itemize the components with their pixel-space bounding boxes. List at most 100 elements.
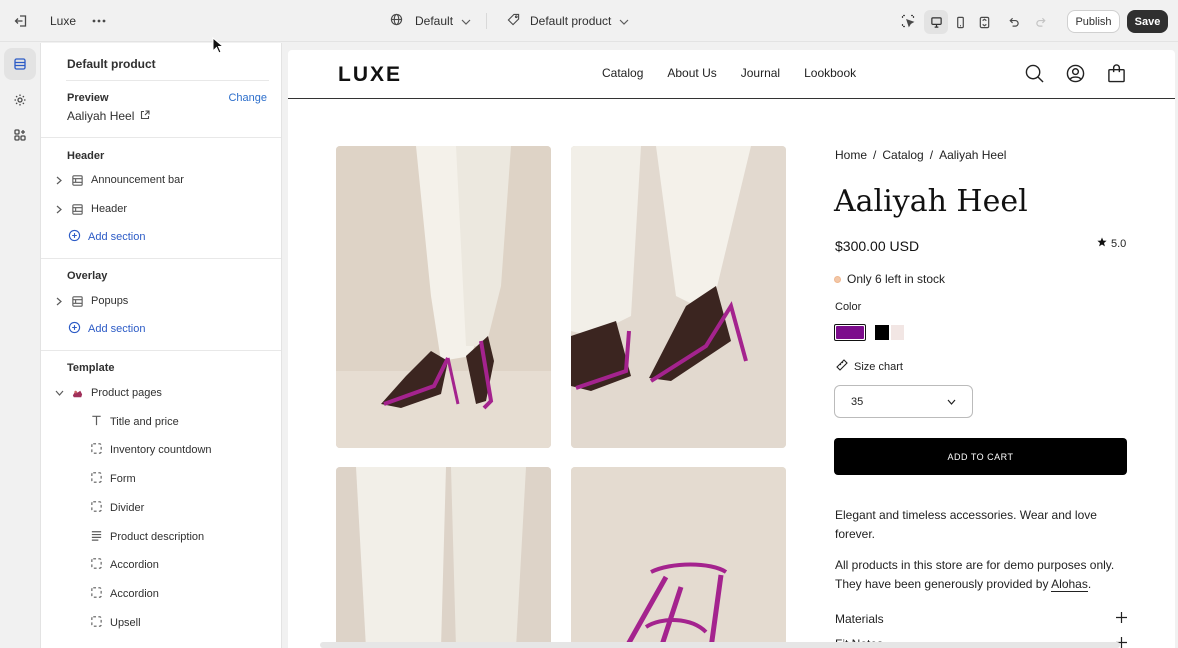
block-title-and-price[interactable]: Title and price (90, 412, 179, 432)
fullscreen-icon[interactable] (972, 10, 996, 34)
nav-catalog[interactable]: Catalog (602, 66, 643, 80)
overlay-group-label: Overlay (67, 270, 108, 282)
chevron-right-icon[interactable] (53, 176, 65, 185)
block-label: Inventory countdown (110, 444, 212, 456)
settings-gear-icon[interactable] (4, 84, 36, 116)
add-section-label: Add section (88, 323, 146, 335)
section-announcement-bar[interactable]: Announcement bar (53, 170, 184, 190)
search-icon[interactable] (1025, 64, 1044, 86)
chevron-right-icon[interactable] (53, 297, 65, 306)
chevron-right-icon[interactable] (53, 205, 65, 214)
alohas-link[interactable]: Alohas (1051, 577, 1088, 592)
template-label: Default product (530, 14, 612, 28)
size-value: 35 (851, 395, 864, 408)
swatch-black-blush[interactable] (874, 324, 905, 341)
theme-selector[interactable]: Default (390, 11, 471, 31)
horizontal-scrollbar[interactable] (320, 642, 1120, 648)
product-image-4[interactable] (571, 467, 786, 648)
size-chart-link[interactable]: Size chart (836, 359, 903, 374)
breadcrumb-home[interactable]: Home (835, 148, 867, 162)
divider (41, 258, 281, 259)
breadcrumb-current: Aaliyah Heel (939, 148, 1007, 162)
toolbar-divider (486, 13, 487, 29)
product-shoe-icon (69, 385, 85, 401)
inspector-icon[interactable] (898, 11, 918, 31)
sections-icon[interactable] (4, 48, 36, 80)
accordion-materials[interactable]: Materials (835, 612, 1127, 626)
size-select[interactable]: 35 (834, 385, 973, 418)
desktop-icon[interactable] (924, 10, 948, 34)
sidebar-title: Default product (67, 57, 156, 71)
nav-lookbook[interactable]: Lookbook (804, 66, 856, 80)
apps-icon[interactable] (4, 119, 36, 151)
globe-icon (390, 13, 403, 29)
product-price: $300.00 USD (835, 238, 920, 254)
section-product-pages[interactable]: Product pages (53, 383, 162, 403)
product-title: Aaliyah Heel (834, 184, 1028, 219)
template-group-label: Template (67, 362, 115, 374)
stock-text: Only 6 left in stock (847, 272, 946, 286)
redo-icon[interactable] (1031, 11, 1051, 31)
divider (41, 137, 281, 138)
device-toggle (924, 10, 996, 34)
section-label: Popups (91, 295, 129, 307)
block-inventory-countdown[interactable]: Inventory countdown (90, 440, 212, 460)
block-label: Form (110, 473, 136, 485)
breadcrumb: Home / Catalog / Aaliyah Heel (835, 148, 1006, 162)
breadcrumb-catalog[interactable]: Catalog (882, 148, 923, 162)
cart-bag-icon[interactable] (1107, 64, 1126, 86)
section-label: Header (91, 203, 128, 215)
plus-circle-icon (68, 229, 81, 245)
divider (41, 350, 281, 351)
header-divider (288, 98, 1175, 99)
store-logo[interactable]: LUXE (338, 63, 402, 87)
publish-button[interactable]: Publish (1067, 10, 1120, 33)
block-label: Product description (110, 531, 205, 543)
template-selector[interactable]: Default product (507, 11, 629, 31)
change-preview-link[interactable]: Change (228, 92, 267, 104)
product-image-1[interactable] (336, 146, 551, 448)
section-layout-icon (69, 172, 85, 188)
block-accordion[interactable]: Accordion (90, 584, 159, 604)
mobile-icon[interactable] (948, 10, 972, 34)
block-accordion[interactable]: Accordion (90, 555, 159, 575)
preview-product[interactable]: Aaliyah Heel (67, 109, 150, 123)
block-frame-icon (90, 586, 103, 602)
section-popups[interactable]: Popups (53, 291, 128, 311)
undo-icon[interactable] (1003, 11, 1023, 31)
add-section-overlay-button[interactable]: Add section (68, 319, 145, 339)
block-label: Upsell (110, 617, 141, 629)
inventory-countdown: Only 6 left in stock (834, 272, 945, 286)
add-section-label: Add section (88, 231, 146, 243)
block-frame-icon (90, 442, 103, 458)
product-image-3[interactable] (336, 467, 551, 648)
store-nav: Catalog About Us Journal Lookbook (602, 66, 856, 80)
add-to-cart-button[interactable]: ADD TO CART (834, 438, 1127, 475)
left-rail (0, 43, 41, 648)
section-sidebar: Default product Preview Change Aaliyah H… (41, 43, 282, 648)
more-actions-icon[interactable] (89, 11, 109, 31)
exit-icon[interactable] (11, 11, 31, 31)
add-section-header-button[interactable]: Add section (68, 227, 145, 247)
account-icon[interactable] (1066, 64, 1085, 86)
demo-notice-period: . (1087, 577, 1092, 591)
block-form[interactable]: Form (90, 469, 136, 489)
breadcrumb-separator: / (929, 148, 934, 162)
block-divider[interactable]: Divider (90, 498, 144, 518)
star-icon (1097, 237, 1107, 250)
swatch-magenta[interactable] (834, 324, 866, 341)
nav-about-us[interactable]: About Us (667, 66, 716, 80)
block-frame-icon (90, 557, 103, 573)
chevron-down-icon (947, 396, 956, 408)
save-button[interactable]: Save (1127, 10, 1168, 33)
section-layout-icon (69, 201, 85, 217)
block-product-description[interactable]: Product description (90, 527, 204, 547)
chevron-down-icon[interactable] (53, 390, 65, 396)
chevron-down-icon (619, 14, 629, 28)
block-upsell[interactable]: Upsell (90, 613, 141, 633)
product-image-2[interactable] (571, 146, 786, 448)
text-lines-icon (90, 529, 103, 545)
store-name[interactable]: Luxe (50, 14, 76, 28)
section-header[interactable]: Header (53, 199, 127, 219)
nav-journal[interactable]: Journal (741, 66, 780, 80)
